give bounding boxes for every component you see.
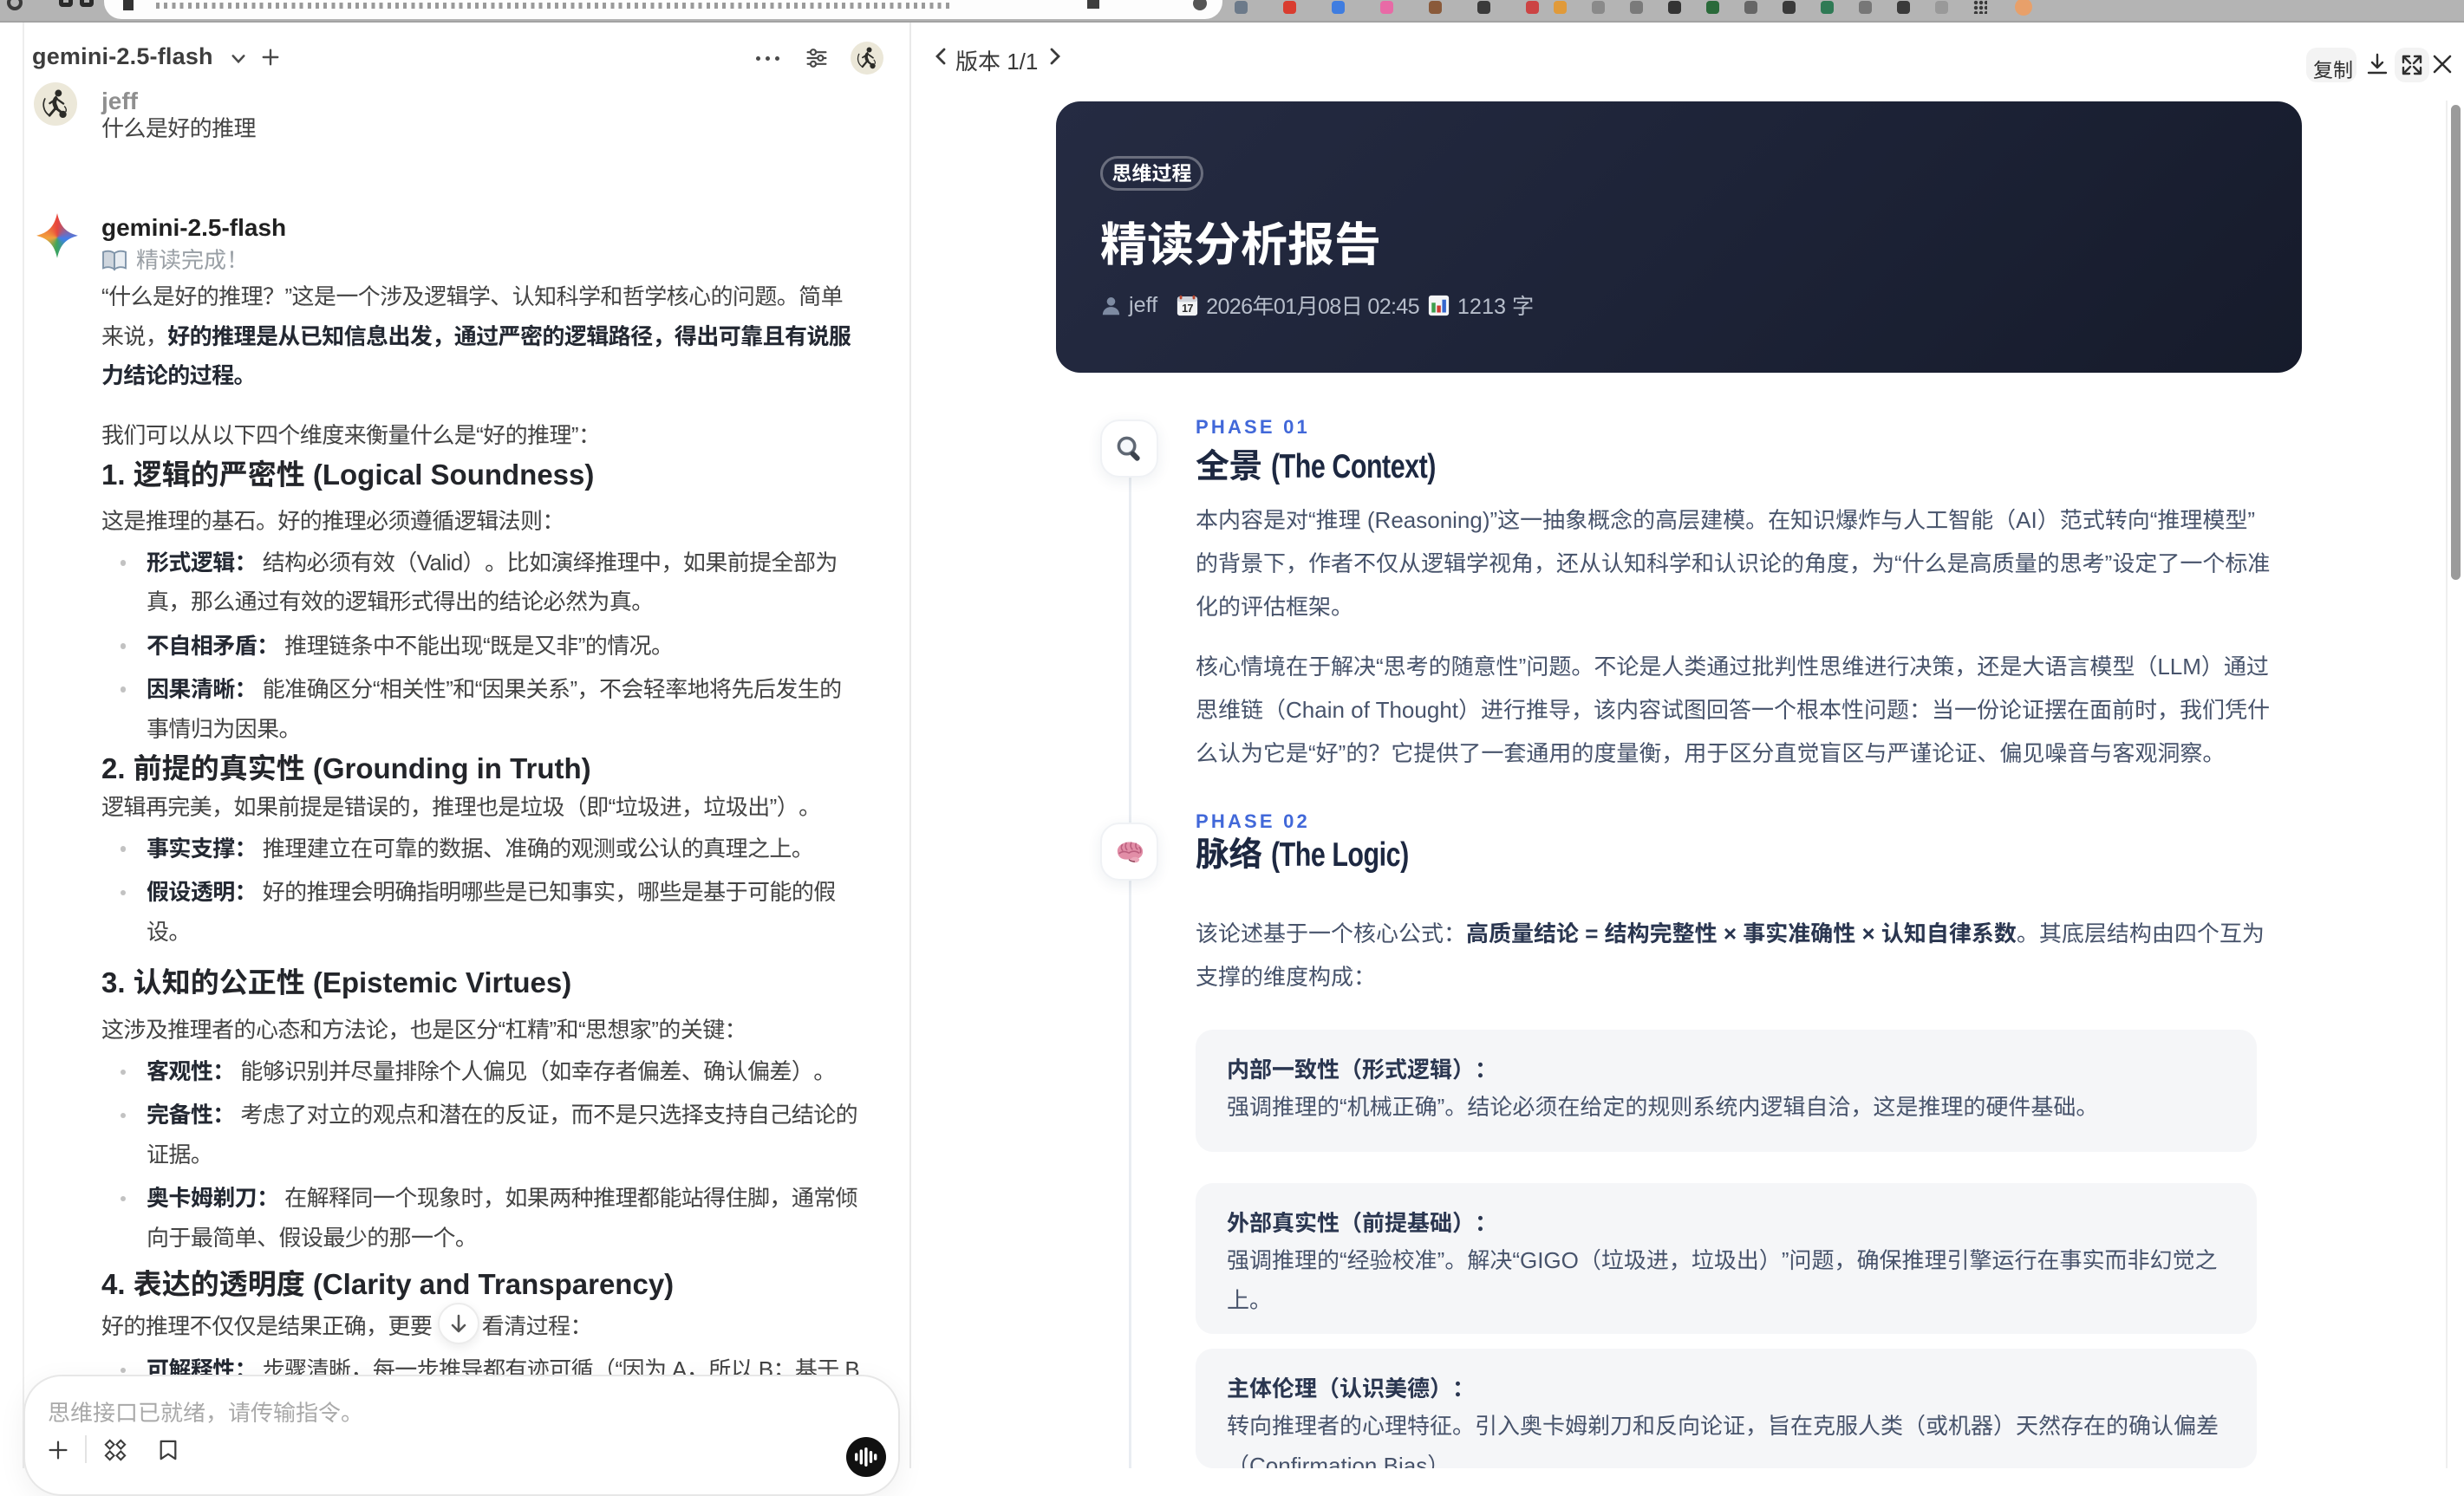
svg-text:17: 17 (1182, 302, 1193, 315)
